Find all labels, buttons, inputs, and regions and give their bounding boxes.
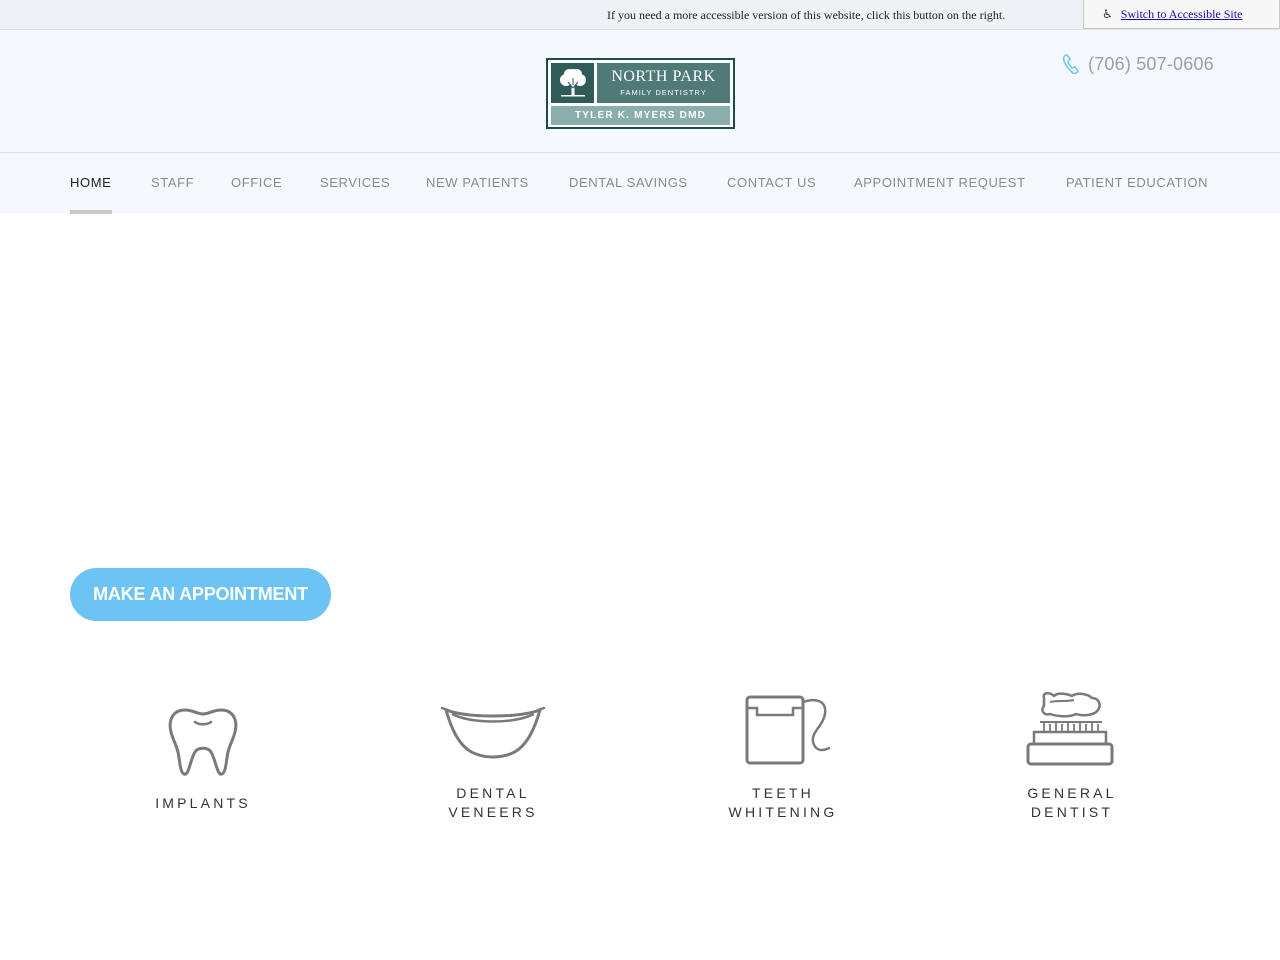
logo-line3: TYLER K. MYERS DMD: [551, 106, 730, 125]
nav-item-contact-us[interactable]: CONTACT US: [727, 175, 816, 190]
service-dental-veneers[interactable]: DENTAL VENEERS: [393, 700, 593, 830]
wheelchair-icon: ♿: [1102, 7, 1113, 21]
tooth-icon: [168, 708, 238, 776]
service-label-line1: TEETH: [752, 785, 814, 801]
service-implants[interactable]: IMPLANTS: [103, 700, 303, 830]
phone-link[interactable]: (706) 507-0606: [1062, 53, 1214, 75]
tree-icon: [551, 63, 594, 103]
logo-name-block: NORTH PARK FAMILY DENTISTRY: [597, 63, 730, 103]
make-appointment-button[interactable]: MAKE AN APPOINTMENT: [70, 568, 331, 621]
service-general-dentist[interactable]: GENERAL DENTIST: [972, 688, 1172, 830]
service-label-line1: GENERAL: [1027, 785, 1117, 801]
nav-item-office[interactable]: OFFICE: [231, 175, 282, 190]
service-label-line2: VENEERS: [448, 804, 538, 820]
phone-number: (706) 507-0606: [1088, 53, 1214, 74]
nav-item-home[interactable]: HOME: [70, 175, 111, 190]
phone-icon: [1062, 54, 1079, 75]
nav-item-services[interactable]: SERVICES: [320, 175, 390, 190]
switch-accessible-site-label: Switch to Accessible Site: [1120, 6, 1243, 21]
nav-item-dental-savings[interactable]: DENTAL SAVINGS: [569, 175, 688, 190]
service-label-line2: WHITENING: [728, 804, 838, 820]
site-header: NORTH PARK FAMILY DENTISTRY TYLER K. MYE…: [0, 30, 1280, 152]
toothbrush-icon: [1026, 692, 1114, 766]
logo-line1: NORTH PARK: [611, 68, 716, 85]
service-label-line2: DENTIST: [1030, 804, 1114, 820]
site-logo[interactable]: NORTH PARK FAMILY DENTISTRY TYLER K. MYE…: [546, 58, 735, 129]
logo-line2: FAMILY DENTISTRY: [620, 88, 707, 97]
service-label-line1: DENTAL: [456, 785, 530, 801]
nav-item-patient-education[interactable]: PATIENT EDUCATION: [1066, 175, 1208, 190]
logo-top-row: NORTH PARK FAMILY DENTISTRY: [551, 63, 730, 103]
smile-icon: [440, 706, 546, 759]
service-label-line1: IMPLANTS: [155, 795, 251, 811]
switch-accessible-site-button[interactable]: ♿ Switch to Accessible Site: [1083, 0, 1280, 29]
main-nav: HOME STAFF OFFICE SERVICES NEW PATIENTS …: [0, 152, 1280, 213]
nav-item-new-patients[interactable]: NEW PATIENTS: [426, 175, 529, 190]
floss-icon: [745, 695, 831, 765]
nav-active-indicator: [70, 210, 112, 214]
nav-item-staff[interactable]: STAFF: [151, 175, 194, 190]
nav-item-appointment-request[interactable]: APPOINTMENT REQUEST: [854, 175, 1026, 190]
accessibility-bar: If you need a more accessible version of…: [0, 0, 1280, 30]
accessibility-message: If you need a more accessible version of…: [607, 8, 1006, 22]
service-teeth-whitening[interactable]: TEETH WHITENING: [683, 690, 883, 830]
